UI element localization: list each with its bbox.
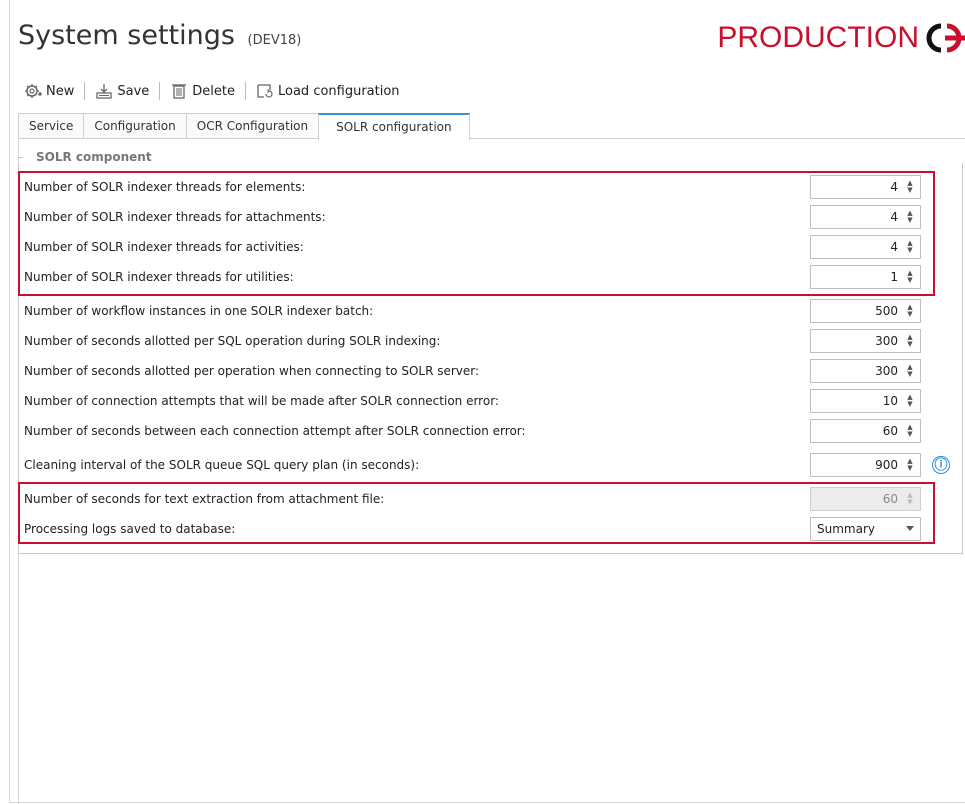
setting-label: Number of connection attempts that will …: [24, 394, 499, 408]
new-button[interactable]: New: [18, 82, 80, 100]
setting-label: Number of seconds between each connectio…: [24, 424, 526, 438]
workflow-batch-spinner[interactable]: 500 ▲ ▼: [810, 299, 921, 323]
setting-label: Number of seconds allotted per SQL opera…: [24, 334, 441, 348]
delete-button-label: Delete: [192, 83, 235, 99]
environment-label: (DEV18): [247, 33, 302, 48]
setting-row: Number of seconds allotted per operation…: [24, 358, 932, 384]
solr-connect-seconds-spinner[interactable]: 300 ▲ ▼: [810, 359, 921, 383]
trash-icon: [172, 84, 187, 99]
new-button-label: New: [46, 83, 75, 99]
attempt-interval-spinner[interactable]: 60 ▲ ▼: [810, 419, 921, 443]
spinner-arrows-icon[interactable]: ▲ ▼: [904, 362, 916, 380]
spinner-value: 10: [882, 394, 898, 408]
page-title-text: System settings: [18, 20, 235, 51]
setting-row: Number of workflow instances in one SOLR…: [24, 298, 932, 324]
spinner-arrows-icon[interactable]: ▲ ▼: [904, 392, 916, 410]
highlight-box-threads: [18, 171, 935, 296]
tab-configuration[interactable]: Configuration: [83, 113, 187, 138]
spinner-value: 500: [875, 304, 898, 318]
setting-label: Cleaning interval of the SOLR queue SQL …: [24, 458, 420, 472]
spinner-arrows-icon[interactable]: ▲ ▼: [904, 302, 916, 320]
delete-button[interactable]: Delete: [164, 82, 241, 100]
spinner-arrows-icon[interactable]: ▲ ▼: [904, 422, 916, 440]
spinner-arrows-icon[interactable]: ▲ ▼: [904, 456, 916, 474]
setting-row: Number of seconds between each connectio…: [24, 418, 932, 444]
webcon-logo-icon: [926, 23, 965, 53]
save-icon: [96, 84, 113, 99]
spinner-value: 300: [875, 334, 898, 348]
queue-cleaning-interval-spinner[interactable]: 900 ▲ ▼: [810, 453, 921, 477]
spinner-value: 900: [875, 458, 898, 472]
page-title: System settings (DEV18): [18, 20, 301, 51]
spinner-value: 60: [882, 424, 898, 438]
settings-tabs: Service Configuration OCR Configuration …: [18, 113, 470, 140]
connection-attempts-spinner[interactable]: 10 ▲ ▼: [810, 389, 921, 413]
highlight-box-extraction: [18, 482, 935, 544]
save-button-label: Save: [117, 83, 150, 99]
toolbar-separator: [84, 82, 86, 100]
setting-label: Number of seconds allotted per operation…: [24, 364, 480, 378]
load-configuration-icon: [257, 84, 273, 98]
setting-row: Number of connection attempts that will …: [24, 388, 932, 414]
spinner-value: 300: [875, 364, 898, 378]
setting-row: Number of seconds allotted per SQL opera…: [24, 328, 932, 354]
tab-service[interactable]: Service: [18, 113, 85, 138]
load-configuration-button[interactable]: Load configuration: [250, 82, 406, 100]
toolbar: New Save Delete Load configuration: [18, 78, 406, 104]
gear-plus-icon: [25, 84, 42, 98]
brand-logo-area: PRODUCTION: [717, 18, 965, 58]
brand-text: PRODUCTION: [717, 21, 919, 54]
load-configuration-label: Load configuration: [278, 83, 400, 99]
window-left-border: [9, 0, 10, 803]
info-icon[interactable]: ⓘ: [932, 456, 950, 474]
tab-ocr-configuration[interactable]: OCR Configuration: [185, 113, 320, 138]
save-button[interactable]: Save: [89, 82, 155, 100]
toolbar-separator: [245, 82, 246, 100]
toolbar-separator: [159, 82, 161, 100]
tab-solr-configuration[interactable]: SOLR configuration: [318, 113, 470, 140]
sql-operation-seconds-spinner[interactable]: 300 ▲ ▼: [810, 329, 921, 353]
setting-label: Number of workflow instances in one SOLR…: [24, 304, 374, 318]
group-title: SOLR component: [23, 150, 158, 164]
setting-row: Cleaning interval of the SOLR queue SQL …: [24, 452, 932, 478]
spinner-arrows-icon[interactable]: ▲ ▼: [904, 332, 916, 350]
